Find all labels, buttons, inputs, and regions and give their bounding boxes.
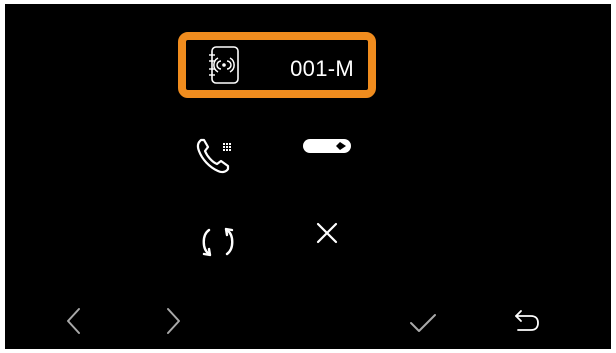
device-card-selected[interactable]: 001-M [178,32,376,98]
close-icon[interactable] [315,221,339,245]
device-label: 001-M [290,56,354,81]
chevron-left-icon[interactable] [63,305,85,337]
return-arrow-icon[interactable] [512,308,542,334]
intercom-call-icon[interactable] [195,136,237,174]
door-intercom-device-icon [209,46,239,84]
refresh-icon[interactable] [196,222,240,262]
screen: 001-M [0,0,616,353]
chevron-right-icon[interactable] [162,305,184,337]
toggle-switch-icon[interactable] [302,137,352,155]
checkmark-icon[interactable] [408,312,438,334]
